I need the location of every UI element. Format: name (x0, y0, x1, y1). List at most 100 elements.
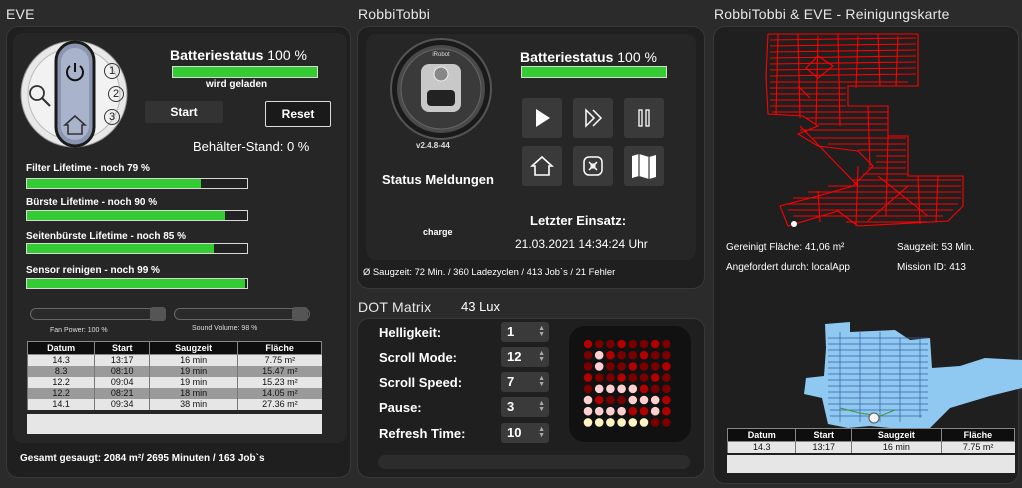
spot-clean-icon[interactable] (27, 83, 53, 109)
led-dot (583, 339, 593, 349)
home-dock-icon[interactable] (62, 112, 88, 138)
locate-icon[interactable] (573, 146, 613, 186)
scroll-mode-label: Scroll Mode: (379, 350, 458, 365)
led-dot (628, 339, 638, 349)
resume-icon[interactable] (573, 98, 613, 138)
svg-text:iRobot: iRobot (432, 52, 450, 58)
table-cell: 7.75 m² (237, 354, 322, 366)
stepper-arrows-icon[interactable]: ▲ ▼ (538, 426, 545, 439)
led-dot (628, 418, 638, 427)
led-dot (594, 373, 604, 382)
play-icon[interactable] (522, 98, 562, 138)
table-cell: 27.36 m² (237, 398, 322, 410)
led-dot (606, 395, 615, 405)
table-cell: 12.2 (26, 387, 95, 399)
lifetime-filter-bar (26, 178, 248, 189)
eve-charge-status: wird geladen (206, 79, 268, 90)
led-dot (662, 350, 671, 360)
pause-stepper[interactable]: 3 ▲ ▼ (501, 397, 549, 417)
remote-key-1[interactable]: 1 (104, 63, 120, 79)
home-icon[interactable] (522, 146, 562, 186)
refresh-time-stepper[interactable]: 10 ▲ ▼ (501, 423, 549, 443)
led-dot (639, 418, 649, 427)
table-cell: 14.05 m² (237, 387, 322, 399)
table-cell: 14.3 (26, 354, 95, 366)
lux-value: 43 Lux (461, 299, 501, 314)
led-matrix-display (569, 326, 691, 442)
scroll-mode-stepper[interactable]: 12 ▲ ▼ (501, 347, 549, 367)
table-cell: 8.3 (26, 365, 95, 377)
table-cell: 18 min (149, 387, 238, 399)
led-dot (639, 350, 649, 360)
remote-key-2[interactable]: 2 (108, 86, 124, 102)
led-dot (628, 406, 638, 416)
fan-power-slider[interactable] (30, 307, 166, 321)
led-dot (628, 395, 638, 405)
led-dot (662, 362, 671, 371)
sound-volume-slider[interactable] (174, 307, 310, 321)
stepper-arrows-icon[interactable]: ▲ ▼ (538, 375, 545, 388)
refresh-time-value: 10 (507, 425, 522, 440)
led-dot (617, 395, 626, 405)
scroll-speed-stepper[interactable]: 7 ▲ ▼ (501, 372, 549, 392)
led-dot (606, 350, 615, 360)
table-cell: 14.1 (26, 398, 95, 410)
robot-image: iRobot (388, 38, 494, 140)
eve-table-footer (27, 414, 322, 434)
power-icon[interactable] (60, 57, 90, 87)
stepper-arrows-icon[interactable]: ▲ ▼ (538, 325, 545, 338)
led-dot (617, 384, 626, 394)
eve-reset-button[interactable]: Reset (265, 101, 331, 127)
scroll-speed-label: Scroll Speed: (379, 375, 463, 390)
brightness-stepper[interactable]: 1 ▲ ▼ (501, 322, 549, 342)
lifetime-brush-fill (27, 211, 225, 220)
pause-icon[interactable] (624, 98, 664, 138)
led-dot (662, 395, 671, 405)
scroll-mode-value: 12 (507, 349, 522, 364)
led-dot (583, 418, 593, 427)
led-dot (662, 406, 671, 416)
eve-battery-status: Batteriestatus 100 % (170, 47, 307, 63)
fan-power-slider-handle[interactable] (150, 307, 166, 321)
robbi-battery-status: Batteriestatus 100 % (520, 49, 657, 65)
led-dot (617, 406, 626, 416)
led-dot (583, 395, 593, 405)
col-header-area: Fläche (237, 341, 322, 355)
led-dot (639, 406, 649, 416)
led-dot (662, 339, 671, 349)
led-dot (617, 362, 626, 371)
map-icon[interactable] (624, 146, 664, 186)
led-dot (639, 339, 649, 349)
status-messages-title: Status Meldungen (382, 172, 494, 187)
table-cell: 7.75 m² (940, 441, 1015, 453)
stepper-arrows-icon[interactable]: ▲ ▼ (538, 400, 545, 413)
eve-battery-fill (173, 67, 317, 77)
robbi-battery-value: 100 % (617, 49, 657, 65)
lifetime-sensor-label: Sensor reinigen - noch 99 % (26, 265, 160, 276)
led-dot (617, 350, 626, 360)
remote-key-3[interactable]: 3 (104, 109, 120, 125)
robbi-battery-bar (521, 66, 667, 78)
led-dot (650, 350, 660, 360)
eve-bin-level: Behälter-Stand: 0 % (193, 139, 310, 154)
sound-volume-slider-handle[interactable] (292, 307, 308, 321)
stepper-arrows-icon[interactable]: ▲ ▼ (538, 350, 545, 363)
led-dot (606, 373, 615, 382)
table-row: 12.2 08:21 18 min 14.05 m² (26, 387, 322, 399)
dot-matrix-title: DOT Matrix (358, 299, 432, 315)
led-dot (628, 373, 638, 382)
col-header-duration: Saugzeit (149, 341, 239, 355)
map-history-table: Datum Start Saugzeit Fläche 14.3 13:17 16 … (726, 428, 1016, 453)
robbi-title: RobbiTobbi (358, 6, 431, 22)
table-cell: 19 min (149, 365, 238, 377)
pause-label: Pause: (379, 400, 422, 415)
table-cell: 12.2 (26, 376, 95, 388)
table-cell: 19 min (149, 376, 238, 388)
robbi-battery-fill (522, 67, 666, 77)
last-run-value: 21.03.2021 14:34:24 Uhr (515, 237, 648, 251)
sound-volume-label: Sound Volume: 98 % (192, 325, 258, 332)
robbi-version: v2.4.8-44 (416, 141, 450, 150)
col-header-date: Datum (726, 428, 797, 442)
eve-start-button[interactable]: Start (145, 101, 223, 123)
table-row: 14.3 13:17 16 min 7.75 m² (26, 354, 322, 366)
